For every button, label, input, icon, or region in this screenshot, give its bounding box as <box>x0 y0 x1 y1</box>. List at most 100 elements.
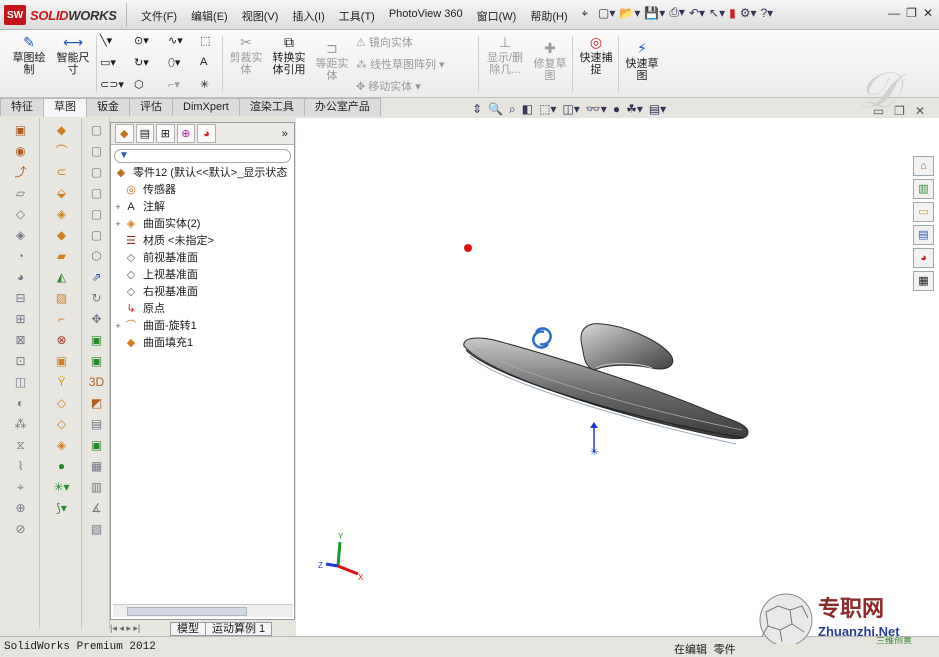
rebuild-icon[interactable]: ▮ <box>729 6 736 20</box>
print-icon[interactable]: ⎙▾ <box>669 5 685 20</box>
tab-render-tools[interactable]: 渲染工具 <box>238 98 305 116</box>
zoom-selection-icon[interactable]: ▣ <box>88 352 106 370</box>
view-top-icon[interactable]: ▢ <box>88 205 106 223</box>
view-orientation-icon[interactable]: ⬚▾ <box>539 102 556 117</box>
previous-view-icon[interactable]: ⌕ <box>509 102 516 117</box>
draft-icon[interactable]: ⊠ <box>12 331 30 349</box>
ellipse-tool[interactable]: ⬯▾ <box>168 56 180 70</box>
tab-evaluate[interactable]: 评估 <box>129 98 173 116</box>
curve-thru-icon[interactable]: ∡ <box>88 499 106 517</box>
boundary-icon[interactable]: ◇ <box>12 205 30 223</box>
untrim-surface-icon[interactable]: ▣ <box>53 352 71 370</box>
tree-item-sensors[interactable]: ◎ 传感器 <box>113 182 294 199</box>
tree-item-material[interactable]: ☰ 材质 <未指定> <box>113 233 294 250</box>
surface-extrude-icon[interactable]: ◆ <box>53 121 71 139</box>
surface-sweep-icon[interactable]: ⊂ <box>53 163 71 181</box>
close-icon[interactable]: ✕ <box>923 6 933 20</box>
normal-to-icon[interactable]: ⇗ <box>88 268 106 286</box>
select-icon[interactable]: ↖▾ <box>709 6 725 20</box>
save-icon[interactable]: 💾▾ <box>644 6 665 20</box>
menu-file[interactable]: 文件(F) <box>134 7 184 25</box>
solidworks-logo[interactable]: SW SOLIDWORKS <box>4 5 117 25</box>
viewport-close-icon[interactable]: ✕ <box>915 104 925 118</box>
zoom-icon[interactable]: ▣ <box>88 331 106 349</box>
polygon-tool[interactable]: ⬡ <box>134 78 144 91</box>
dome-icon[interactable]: ◐ <box>12 394 30 412</box>
tab-model[interactable]: 模型 <box>170 621 206 636</box>
loft-icon[interactable]: ▱ <box>12 184 30 202</box>
view-back-icon[interactable]: ▢ <box>88 142 106 160</box>
options-icon[interactable]: ⚙▾ <box>740 6 757 20</box>
scene-icon[interactable]: ☘▾ <box>626 102 643 117</box>
view-front-icon[interactable]: ▢ <box>88 121 106 139</box>
extrude-icon[interactable]: ▣ <box>12 121 30 139</box>
expand-icon[interactable]: + <box>113 216 123 233</box>
wrap-icon[interactable]: ◫ <box>12 373 30 391</box>
display-manager-tab-icon[interactable]: ◕ <box>197 124 216 143</box>
linear-pattern-button[interactable]: ⁂ 线性草图阵列 ▾ <box>356 56 445 72</box>
split-icon[interactable]: ⊘ <box>12 520 30 538</box>
viewport-minimize-icon[interactable]: ▭ <box>873 104 884 118</box>
tree-item-surface-revolve[interactable]: + ⌒ 曲面-旋转1 <box>113 318 294 335</box>
scrollbar-thumb[interactable] <box>127 607 247 616</box>
file-explorer-icon[interactable]: ▭ <box>913 202 934 222</box>
mirror-feature-icon[interactable]: ⧖ <box>12 436 30 454</box>
dimxpert-tab-icon[interactable]: ⊕ <box>176 124 196 143</box>
text-tool[interactable]: A <box>200 56 207 68</box>
section-view-icon[interactable]: ◧ <box>522 102 533 117</box>
fillet-tool[interactable]: ⌐▾ <box>168 78 180 91</box>
sweep-icon[interactable]: ⤴ <box>12 163 30 181</box>
pattern-icon[interactable]: ⁂ <box>12 415 30 433</box>
circle-tool[interactable]: ⊙▾ <box>134 34 149 47</box>
menu-photoview[interactable]: PhotoView 360 <box>382 7 470 25</box>
layout-icon[interactable]: ▤ <box>88 415 106 433</box>
expand-icon[interactable]: + <box>113 199 123 216</box>
tab-motion-study[interactable]: 运动算例 1 <box>205 621 273 636</box>
rib-icon[interactable]: ⊟ <box>12 289 30 307</box>
line-tool[interactable]: ╲▾ <box>100 34 112 47</box>
feature-tree-tab-icon[interactable]: ◆ <box>115 124 134 143</box>
extend-surface-icon[interactable]: ⌐ <box>53 310 71 328</box>
convert-entities-button[interactable]: ⧉ 转换实体引用 <box>268 34 310 76</box>
planar-surface-icon[interactable]: ▰ <box>53 247 71 265</box>
lid-model[interactable] <box>463 323 749 445</box>
horizontal-scrollbar[interactable] <box>113 604 293 617</box>
menu-edit[interactable]: 编辑(E) <box>184 7 235 25</box>
slot-tool[interactable]: ⊂⊃▾ <box>100 78 124 91</box>
tab-sheet-metal[interactable]: 钣金 <box>86 98 130 116</box>
help-icon[interactable]: ?▾ <box>760 6 773 20</box>
sketch-picture-icon[interactable]: ▥ <box>88 478 106 496</box>
solidworks-resources-icon[interactable]: ⌂ <box>913 156 934 176</box>
graphics-area[interactable]: ✳ Y X Z <box>296 118 939 636</box>
minimize-icon[interactable]: — <box>888 6 900 20</box>
tab-features[interactable]: 特征 <box>0 98 44 116</box>
ruled-surface-icon[interactable]: ▨ <box>53 289 71 307</box>
tree-item-front-plane[interactable]: ◇ 前视基准面 <box>113 250 294 267</box>
viewport-restore-icon[interactable]: ❐ <box>894 104 905 118</box>
arc-tool[interactable]: ↻▾ <box>134 56 149 69</box>
appearance-icon[interactable]: ● <box>613 102 620 117</box>
point-tool[interactable]: ✳ <box>200 78 209 91</box>
tab-sketch[interactable]: 草图 <box>43 98 87 117</box>
rectangle-tool[interactable]: ▭▾ <box>100 56 116 69</box>
zoom-area-icon[interactable]: 🔍 <box>488 102 503 117</box>
view-right-icon[interactable]: ▢ <box>88 184 106 202</box>
tree-item-annotations[interactable]: + A 注解 <box>113 199 294 216</box>
trim-entities-button[interactable]: ✂ 剪裁实体 <box>226 34 266 76</box>
surface-revolve-icon[interactable]: ⌒ <box>53 142 71 160</box>
thicken-cut-icon[interactable]: ✳▾ <box>53 478 71 496</box>
expand-icon[interactable]: + <box>113 318 123 335</box>
tree-item-origin[interactable]: ↳ 原点 <box>113 301 294 318</box>
spline-tool[interactable]: ∿▾ <box>168 34 183 47</box>
filled-surface-icon[interactable]: ◆ <box>53 226 71 244</box>
delete-face-icon[interactable]: ◇ <box>53 394 71 412</box>
tree-item-right-plane[interactable]: ◇ 右视基准面 <box>113 284 294 301</box>
appearances-icon[interactable]: ◕ <box>913 248 934 268</box>
zoom-to-fit-icon[interactable]: ⇕ <box>472 102 482 117</box>
offset-entities-button[interactable]: ⊐ 等距实体 <box>312 40 352 82</box>
menu-insert[interactable]: 插入(I) <box>285 7 331 25</box>
trim-surface-icon[interactable]: ⊗ <box>53 331 71 349</box>
mirror-entities-button[interactable]: ⚠ 镜向实体 <box>356 34 413 50</box>
delete-hole-icon[interactable]: ◈ <box>53 436 71 454</box>
chamfer-icon[interactable]: ◕ <box>12 268 30 286</box>
